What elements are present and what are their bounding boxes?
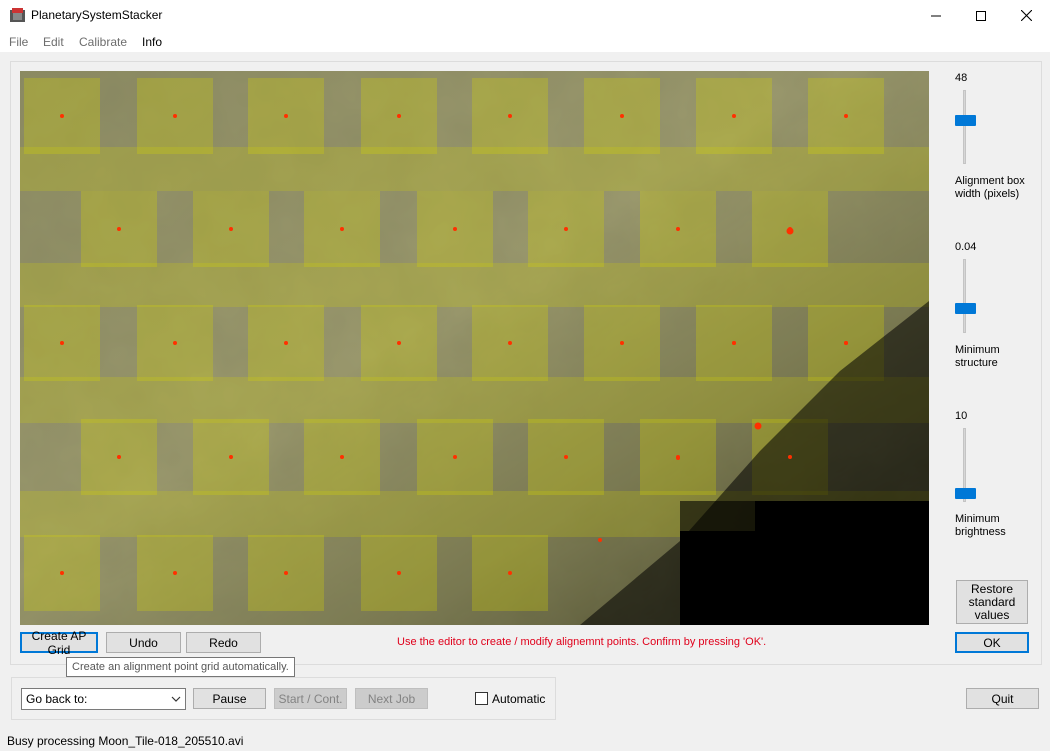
menu-file[interactable]: File	[9, 35, 28, 49]
alignment-point[interactable]	[508, 571, 512, 575]
alignment-point[interactable]	[173, 341, 177, 345]
alignment-point[interactable]	[676, 456, 680, 460]
editor-hint: Use the editor to create / modify aligne…	[397, 636, 767, 648]
min-structure-slider-track[interactable]	[963, 259, 966, 333]
alignment-point[interactable]	[732, 341, 736, 345]
alignment-point[interactable]	[620, 114, 624, 118]
alignment-box-band	[20, 263, 929, 307]
min-brightness-value: 10	[955, 410, 968, 422]
alignment-point[interactable]	[229, 227, 233, 231]
alignment-point[interactable]	[676, 227, 680, 231]
menu-bar: File Edit Calibrate Info	[0, 31, 1050, 52]
alignment-point[interactable]	[788, 455, 792, 459]
alignment-point[interactable]	[397, 341, 401, 345]
min-structure-value: 0.04	[955, 241, 977, 253]
title-bar: PlanetarySystemStacker	[0, 0, 1050, 31]
alignment-point[interactable]	[284, 341, 288, 345]
alignment-point[interactable]	[732, 114, 736, 118]
alignment-point[interactable]	[844, 114, 848, 118]
maximize-icon	[976, 10, 986, 21]
alignment-point[interactable]	[564, 455, 568, 459]
alignment-point[interactable]	[844, 341, 848, 345]
min-structure-label: Minimum structure	[955, 344, 1000, 369]
maximize-button[interactable]	[958, 0, 1004, 31]
pause-button[interactable]: Pause	[193, 688, 266, 709]
alignment-point[interactable]	[508, 341, 512, 345]
create-ap-grid-button[interactable]: Create AP Grid	[20, 629, 98, 657]
restore-standard-values-button[interactable]: Restore standard values	[956, 580, 1028, 624]
alignment-point[interactable]	[620, 341, 624, 345]
alignment-point[interactable]	[60, 114, 64, 118]
close-icon	[1020, 10, 1032, 21]
moon-image[interactable]	[20, 71, 929, 625]
alignment-point[interactable]	[60, 341, 64, 345]
redo-button[interactable]: Redo	[186, 632, 261, 653]
alignment-point[interactable]	[173, 571, 177, 575]
ap-editor-canvas[interactable]	[20, 71, 929, 625]
alignment-point[interactable]	[60, 571, 64, 575]
alignment-point[interactable]	[453, 227, 457, 231]
alignment-point[interactable]	[117, 227, 121, 231]
menu-edit[interactable]: Edit	[43, 35, 64, 49]
alignment-point[interactable]	[340, 455, 344, 459]
minimize-button[interactable]	[913, 0, 959, 31]
go-back-to-select[interactable]: Go back to:	[21, 688, 186, 710]
go-back-to-selected: Go back to:	[26, 692, 88, 706]
quit-button[interactable]: Quit	[966, 688, 1039, 709]
alignment-point[interactable]	[284, 114, 288, 118]
alignment-point[interactable]	[397, 114, 401, 118]
menu-info[interactable]: Info	[142, 35, 162, 49]
automatic-label: Automatic	[492, 692, 546, 706]
alignment-point[interactable]	[453, 455, 457, 459]
status-text: Busy processing Moon_Tile-018_205510.avi	[7, 734, 244, 748]
min-brightness-label: Minimum brightness	[955, 513, 1006, 538]
start-cont-button[interactable]: Start / Cont.	[274, 688, 347, 709]
alignment-point[interactable]	[284, 571, 288, 575]
min-structure-slider-thumb[interactable]	[955, 303, 976, 315]
alignment-point[interactable]	[754, 422, 762, 430]
alignment-point[interactable]	[229, 455, 233, 459]
window-title: PlanetarySystemStacker	[31, 8, 163, 22]
box-width-slider-track[interactable]	[963, 90, 966, 164]
box-width-label: Alignment box width (pixels)	[955, 175, 1025, 200]
automatic-checkbox[interactable]	[475, 692, 488, 705]
min-brightness-slider-thumb[interactable]	[955, 487, 976, 499]
alignment-point[interactable]	[564, 227, 568, 231]
next-job-button[interactable]: Next Job	[355, 688, 428, 709]
minimize-icon	[931, 15, 941, 16]
menu-calibrate[interactable]: Calibrate	[79, 35, 127, 49]
undo-button[interactable]: Undo	[106, 632, 181, 653]
alignment-box-band	[20, 377, 929, 423]
alignment-point[interactable]	[173, 114, 177, 118]
box-width-slider-thumb[interactable]	[955, 115, 976, 127]
close-button[interactable]	[1003, 0, 1049, 31]
chevron-down-icon	[171, 696, 181, 702]
alignment-point[interactable]	[598, 538, 602, 542]
create-ap-grid-tooltip: Create an alignment point grid automatic…	[66, 657, 295, 677]
alignment-point[interactable]	[508, 114, 512, 118]
alignment-point[interactable]	[340, 227, 344, 231]
alignment-point[interactable]	[786, 227, 794, 235]
box-width-value: 48	[955, 72, 968, 84]
status-bar: Busy processing Moon_Tile-018_205510.avi	[0, 729, 1050, 751]
app-icon	[10, 8, 25, 22]
alignment-box-band	[20, 147, 929, 191]
alignment-point[interactable]	[117, 455, 121, 459]
alignment-point[interactable]	[397, 571, 401, 575]
ok-button[interactable]: OK	[955, 632, 1029, 653]
